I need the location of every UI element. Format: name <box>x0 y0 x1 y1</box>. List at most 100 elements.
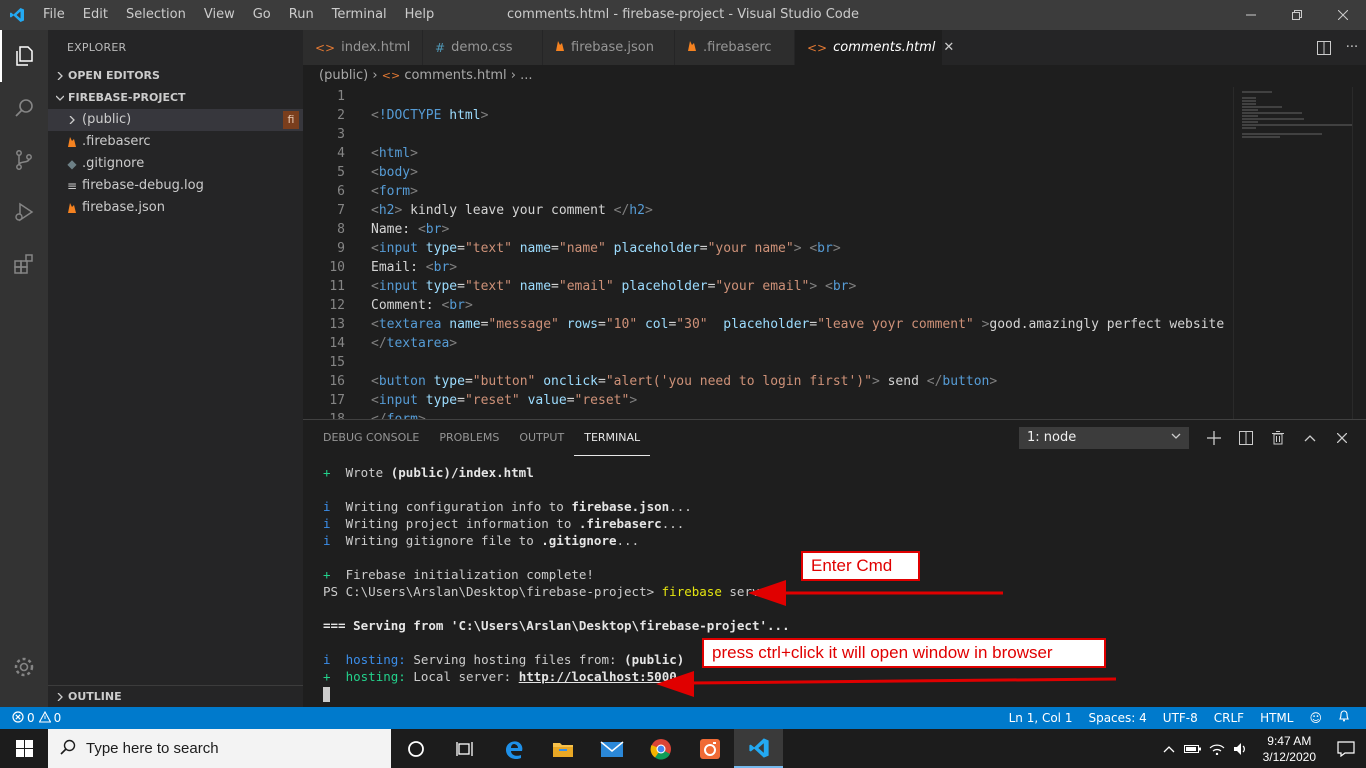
maximize-panel-icon[interactable] <box>1294 420 1326 456</box>
chrome-browser-icon[interactable] <box>636 729 685 768</box>
bell-icon[interactable] <box>1330 707 1358 729</box>
menu-run[interactable]: Run <box>280 0 323 30</box>
end-of-line[interactable]: CRLF <box>1206 707 1252 729</box>
tab-firebaserc[interactable]: .firebaserc <box>675 30 795 65</box>
camera-app-icon[interactable] <box>685 729 734 768</box>
more-actions-icon[interactable]: ··· <box>1338 30 1366 65</box>
tree-item-debug-log[interactable]: ≡ firebase-debug.log <box>48 175 303 197</box>
restore-button[interactable] <box>1274 0 1320 30</box>
notification-icon[interactable] <box>1326 740 1366 757</box>
taskbar-search-input[interactable]: Type here to search <box>48 729 391 768</box>
code-editor[interactable]: 1 2 <!DOCTYPE html> 3 4 <html> 5 <body> 6 <form> 7… <box>303 87 1366 419</box>
language-mode[interactable]: HTML <box>1252 707 1301 729</box>
code-line[interactable]: 3 <box>303 125 1366 144</box>
code-line[interactable]: 13 <textarea name="message" rows="10" col… <box>303 315 1366 334</box>
menu-view[interactable]: View <box>195 0 244 30</box>
code-line[interactable]: 17 <input type="reset" value="reset"> <box>303 391 1366 410</box>
source-control-icon[interactable] <box>0 134 48 186</box>
problems-status[interactable]: 0 0 <box>0 710 61 726</box>
menu-file[interactable]: File <box>34 0 74 30</box>
minimap[interactable] <box>1233 87 1353 419</box>
split-terminal-icon[interactable] <box>1230 420 1262 456</box>
code-line[interactable]: 11 <input type="text" name="email" placeh… <box>303 277 1366 296</box>
chevron-up-icon[interactable] <box>1157 745 1181 753</box>
code-line[interactable]: 15 <box>303 353 1366 372</box>
code-line[interactable]: 4 <html> <box>303 144 1366 163</box>
tab-firebase-json[interactable]: firebase.json <box>543 30 675 65</box>
menu-terminal[interactable]: Terminal <box>323 0 396 30</box>
cortana-icon[interactable] <box>391 729 440 768</box>
feedback-icon[interactable]: ☺ <box>1301 707 1330 729</box>
task-view-icon[interactable] <box>440 729 489 768</box>
battery-icon[interactable] <box>1181 744 1205 754</box>
tree-item-firebase-json[interactable]: firebase.json <box>48 197 303 219</box>
tab-output[interactable]: OUTPUT <box>509 420 574 456</box>
line-code: <input type="text" name="email" placehol… <box>371 279 857 294</box>
cursor-position[interactable]: Ln 1, Col 1 <box>1001 707 1081 729</box>
tab-terminal[interactable]: TERMINAL <box>574 420 651 456</box>
code-line[interactable]: 1 <box>303 87 1366 106</box>
menu-go[interactable]: Go <box>244 0 280 30</box>
code-line[interactable]: 8 Name: <br> <box>303 220 1366 239</box>
menu-edit[interactable]: Edit <box>74 0 117 30</box>
line-number: 3 <box>337 127 345 142</box>
tree-item-firebaserc[interactable]: .firebaserc <box>48 131 303 153</box>
wifi-icon[interactable] <box>1205 743 1229 755</box>
search-icon[interactable] <box>0 82 48 134</box>
editor-scrollbar[interactable] <box>1352 87 1366 419</box>
close-tab-icon[interactable]: ✕ <box>943 40 954 55</box>
line-number: 18 <box>303 410 345 419</box>
edge-browser-icon[interactable] <box>489 729 538 768</box>
code-line[interactable]: 7 <h2> kindly leave your comment </h2> <box>303 201 1366 220</box>
indentation[interactable]: Spaces: 4 <box>1080 707 1154 729</box>
clock[interactable]: 9:47 AM 3/12/2020 <box>1253 733 1326 765</box>
terminal-select[interactable]: 1: node <box>1019 427 1189 449</box>
project-section[interactable]: FIREBASE-PROJECT <box>48 87 303 109</box>
encoding[interactable]: UTF-8 <box>1155 707 1206 729</box>
file-explorer-icon[interactable] <box>538 729 587 768</box>
code-line[interactable]: 6 <form> <box>303 182 1366 201</box>
trash-icon[interactable] <box>1262 420 1294 456</box>
code-line[interactable]: 12 Comment: <br> <box>303 296 1366 315</box>
code-line[interactable]: 16 <button type="button" onclick="alert('… <box>303 372 1366 391</box>
vscode-taskbar-icon[interactable] <box>734 729 783 768</box>
mail-icon[interactable] <box>587 729 636 768</box>
css-icon: # <box>435 40 446 55</box>
code-line[interactable]: 2 <!DOCTYPE html> <box>303 106 1366 125</box>
minimize-button[interactable] <box>1228 0 1274 30</box>
volume-icon[interactable] <box>1229 742 1253 756</box>
explorer-sidebar: EXPLORER OPEN EDITORS FIREBASE-PROJECT (… <box>48 30 303 707</box>
tab-index-html[interactable]: <> index.html <box>303 30 423 65</box>
code-line[interactable]: 9 <input type="text" name="name" placehol… <box>303 239 1366 258</box>
extensions-icon[interactable] <box>0 238 48 290</box>
run-debug-icon[interactable] <box>0 186 48 238</box>
close-panel-icon[interactable] <box>1326 420 1358 456</box>
code-line[interactable]: 18 </form> <box>303 410 1366 419</box>
code-line[interactable]: 5 <body> <box>303 163 1366 182</box>
manage-gear-icon[interactable] <box>0 641 48 693</box>
tree-item-gitignore[interactable]: ◆ .gitignore <box>48 153 303 175</box>
close-window-button[interactable] <box>1320 0 1366 30</box>
windows-start-icon[interactable] <box>0 729 48 768</box>
tab-problems[interactable]: PROBLEMS <box>429 420 509 456</box>
new-terminal-icon[interactable] <box>1198 420 1230 456</box>
breadcrumb-folder[interactable]: (public) <box>319 68 368 83</box>
outline-section[interactable]: OUTLINE <box>48 685 303 707</box>
split-editor-icon[interactable] <box>1310 30 1338 65</box>
open-editors-section[interactable]: OPEN EDITORS <box>48 65 303 87</box>
tab-debug-console[interactable]: DEBUG CONSOLE <box>313 420 429 456</box>
terminal-line: i Writing project information to .fireba… <box>323 516 685 531</box>
window-controls <box>1228 0 1366 30</box>
code-line[interactable]: 14 </textarea> <box>303 334 1366 353</box>
breadcrumb-file[interactable]: comments.html <box>404 68 506 83</box>
tab-label: .firebaserc <box>703 40 772 55</box>
tab-comments-html[interactable]: <> comments.html ✕ <box>795 30 954 65</box>
explorer-icon[interactable] <box>0 30 48 82</box>
tab-demo-css[interactable]: # demo.css <box>423 30 543 65</box>
breadcrumb-more[interactable]: ... <box>520 68 532 83</box>
menu-help[interactable]: Help <box>396 0 444 30</box>
tree-item-public-folder[interactable]: (public) fi <box>48 109 303 131</box>
menu-selection[interactable]: Selection <box>117 0 195 30</box>
code-line[interactable]: 10 Email: <br> <box>303 258 1366 277</box>
line-number: 16 <box>329 374 345 389</box>
